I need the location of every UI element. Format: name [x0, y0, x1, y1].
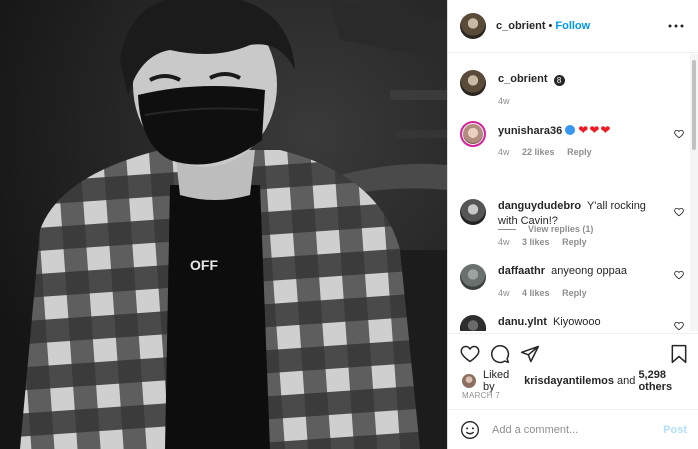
post-photo[interactable]: OFF [0, 0, 447, 449]
caption-avatar[interactable] [460, 70, 486, 96]
comment-input[interactable] [492, 423, 652, 436]
heart-icon[interactable] [674, 321, 684, 331]
comment-likes[interactable]: 3 likes [522, 237, 550, 247]
caption-username[interactable]: c_obrient [498, 73, 548, 85]
comment-username[interactable]: danguydudebro [498, 200, 581, 212]
share-icon[interactable] [520, 344, 540, 364]
shirt-print: OFF [190, 257, 218, 273]
likes-summary: Liked by krisdayantilemos and 5,298 othe… [462, 369, 698, 393]
comment-time: 4w [498, 288, 510, 298]
comment-username[interactable]: daffaathr [498, 265, 545, 277]
reply-button[interactable]: Reply [567, 147, 592, 157]
comments-list: c_obrient 8 4w yunishara36 ❤❤❤ 4w 22 lik… [448, 54, 691, 331]
comment-icon[interactable] [490, 344, 510, 364]
likes-prefix: Liked by [483, 369, 510, 393]
post-date[interactable]: MARCH 7 [462, 391, 500, 400]
liker-avatar[interactable] [462, 374, 476, 388]
comment-username[interactable]: yunishara36 [498, 125, 562, 137]
post-header: c_obrient • Follow [448, 0, 698, 53]
add-comment-bar: Post [448, 409, 698, 449]
comment-text: Kiyowooo [552, 316, 601, 328]
heart-icon[interactable] [674, 270, 684, 280]
action-bar [448, 333, 698, 373]
emoji-icon[interactable] [460, 420, 480, 440]
comment-username[interactable]: danu.ylnt [498, 316, 547, 328]
caption-time: 4w [498, 96, 510, 106]
reply-button[interactable]: Reply [562, 288, 587, 298]
heart-icon[interactable] [674, 207, 684, 217]
follow-button[interactable]: Follow [555, 20, 590, 32]
bookmark-icon[interactable] [670, 344, 688, 364]
caption-badge: 8 [553, 75, 565, 86]
liker-username[interactable]: krisdayantilemos [524, 375, 614, 387]
comment-time: 4w [498, 147, 510, 157]
owner-avatar[interactable] [460, 13, 486, 39]
comment-likes[interactable]: 4 likes [522, 288, 550, 298]
comments-scrollbar[interactable] [692, 60, 696, 150]
photo-illustration: OFF [0, 0, 447, 449]
verified-icon [565, 125, 576, 135]
owner-username[interactable]: c_obrient [496, 20, 546, 32]
reply-button[interactable]: Reply [562, 237, 587, 247]
likes-and: and [617, 375, 636, 387]
comment-text: ❤❤❤ [578, 123, 612, 137]
post-button[interactable]: Post [663, 424, 687, 436]
header-separator: • [548, 20, 553, 32]
post-sidebar: c_obrient • Follow c_obrient 8 4w yunish… [447, 0, 698, 449]
likes-others[interactable]: 5,298 others [638, 369, 698, 393]
comment-time: 4w [498, 237, 510, 247]
comment-avatar[interactable] [460, 315, 486, 331]
more-icon[interactable] [668, 18, 684, 34]
heart-icon[interactable] [674, 129, 684, 139]
comment-avatar[interactable] [460, 199, 486, 225]
like-heart-icon[interactable] [460, 344, 480, 364]
comment-avatar[interactable] [460, 121, 486, 147]
comment-avatar[interactable] [460, 264, 486, 290]
comment-text: anyeong oppaa [551, 265, 627, 277]
comment-likes[interactable]: 22 likes [522, 147, 555, 157]
